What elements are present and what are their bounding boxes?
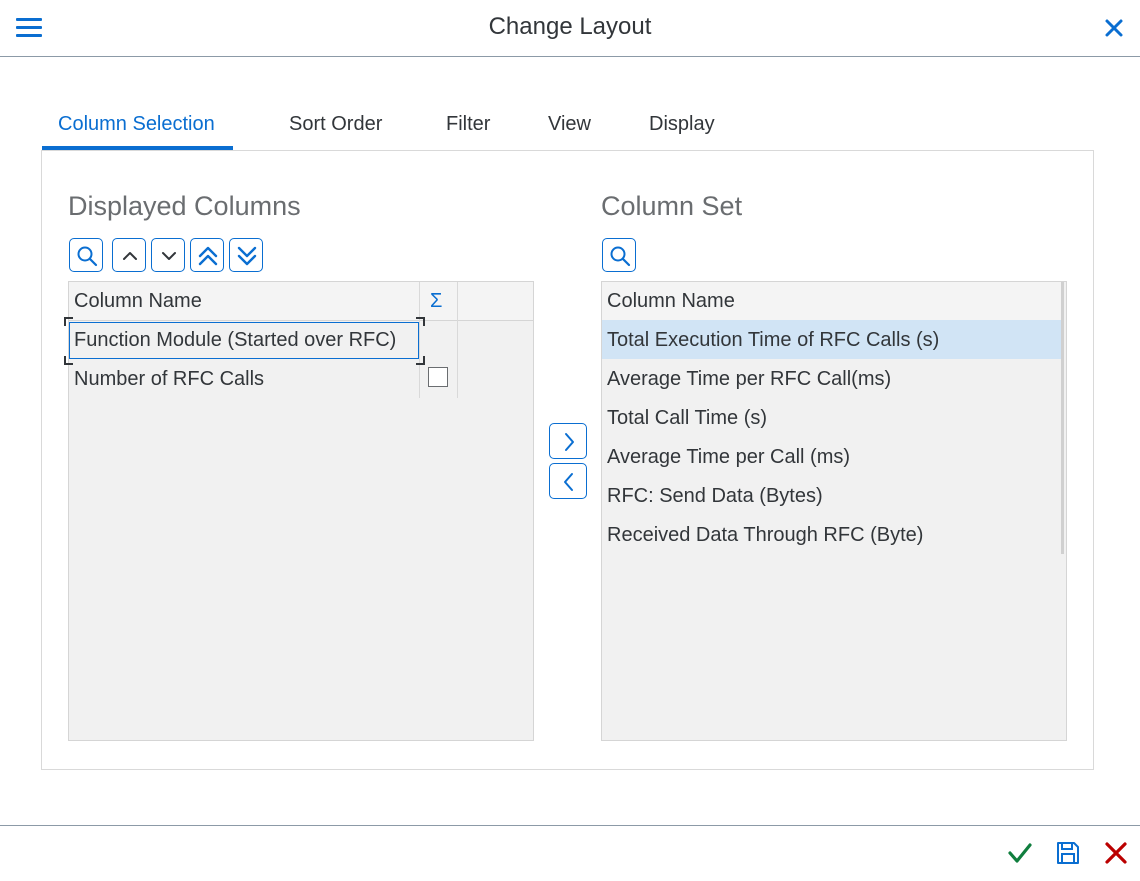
table-row[interactable]: Number of RFC Calls [69, 359, 419, 398]
displayed-search-button[interactable] [69, 238, 103, 272]
table-row[interactable]: Average Time per RFC Call(ms) [602, 359, 1061, 398]
tab-view[interactable]: View [548, 113, 591, 151]
column-separator [457, 282, 458, 398]
sum-checkbox[interactable] [428, 367, 448, 387]
column-name-cell: Average Time per RFC Call(ms) [607, 368, 892, 390]
column-name-cell: RFC: Send Data (Bytes) [607, 485, 823, 507]
column-name-cell: Function Module (Started over RFC) [74, 329, 397, 351]
tab-sort-order[interactable]: Sort Order [289, 113, 382, 151]
table-row[interactable]: Total Execution Time of RFC Calls (s) [602, 320, 1061, 359]
table-row[interactable]: Received Data Through RFC (Byte) [602, 515, 1061, 554]
move-up-icon [123, 252, 137, 260]
chevron-right-icon [565, 433, 574, 451]
close-icon[interactable] [1102, 16, 1126, 40]
displayed-columns-title: Displayed Columns [68, 191, 301, 221]
column-name-cell: Total Execution Time of RFC Calls (s) [607, 329, 940, 351]
column-name-cell: Number of RFC Calls [74, 368, 265, 390]
search-icon [77, 246, 98, 267]
table-row[interactable]: Total Call Time (s) [602, 398, 1061, 437]
move-up-button[interactable] [112, 238, 146, 272]
dialog-footer [0, 825, 1140, 881]
move-down-icon [162, 252, 176, 260]
move-to-bottom-icon [237, 246, 257, 266]
remove-column-button[interactable] [549, 463, 587, 499]
column-set-title: Column Set [601, 191, 743, 221]
save-icon[interactable] [1055, 840, 1081, 866]
displayed-columns-table: Column Name Σ Function Module (Started o… [64, 281, 534, 741]
move-to-top-button[interactable] [190, 238, 224, 272]
tab-display[interactable]: Display [649, 113, 715, 151]
move-down-button[interactable] [151, 238, 185, 272]
column-separator [419, 282, 420, 398]
move-to-bottom-button[interactable] [229, 238, 263, 272]
column-set-table: Column Name Total Execution Time of RFC … [601, 281, 1067, 741]
table-row[interactable]: Function Module (Started over RFC) [64, 317, 425, 365]
scrollbar[interactable] [1061, 282, 1064, 554]
chevron-left-icon [564, 473, 573, 491]
column-name-header: Column Name [607, 290, 735, 312]
table-row[interactable]: Average Time per Call (ms) [602, 437, 1061, 476]
displayed-columns-header: Column Name Σ [69, 282, 533, 321]
cancel-icon[interactable] [1103, 840, 1129, 866]
tab-filter[interactable]: Filter [446, 113, 490, 151]
column-selection-panel: Displayed Columns Column Name Σ Function… [41, 150, 1094, 770]
table-row[interactable]: RFC: Send Data (Bytes) [602, 476, 1061, 515]
move-to-top-icon [198, 246, 218, 266]
column-name-cell: Received Data Through RFC (Byte) [607, 524, 924, 546]
sum-header[interactable]: Σ [430, 290, 442, 313]
dialog-header: Change Layout [0, 0, 1140, 57]
column-set-search-button[interactable] [602, 238, 636, 272]
checkmark-icon[interactable] [1007, 840, 1033, 866]
add-column-button[interactable] [549, 423, 587, 459]
column-set-header: Column Name [602, 282, 1061, 321]
dialog-title: Change Layout [488, 13, 652, 40]
column-name-cell: Total Call Time (s) [607, 407, 768, 429]
column-name-header: Column Name [74, 290, 202, 312]
column-name-cell: Average Time per Call (ms) [607, 446, 851, 468]
search-icon [610, 246, 631, 267]
